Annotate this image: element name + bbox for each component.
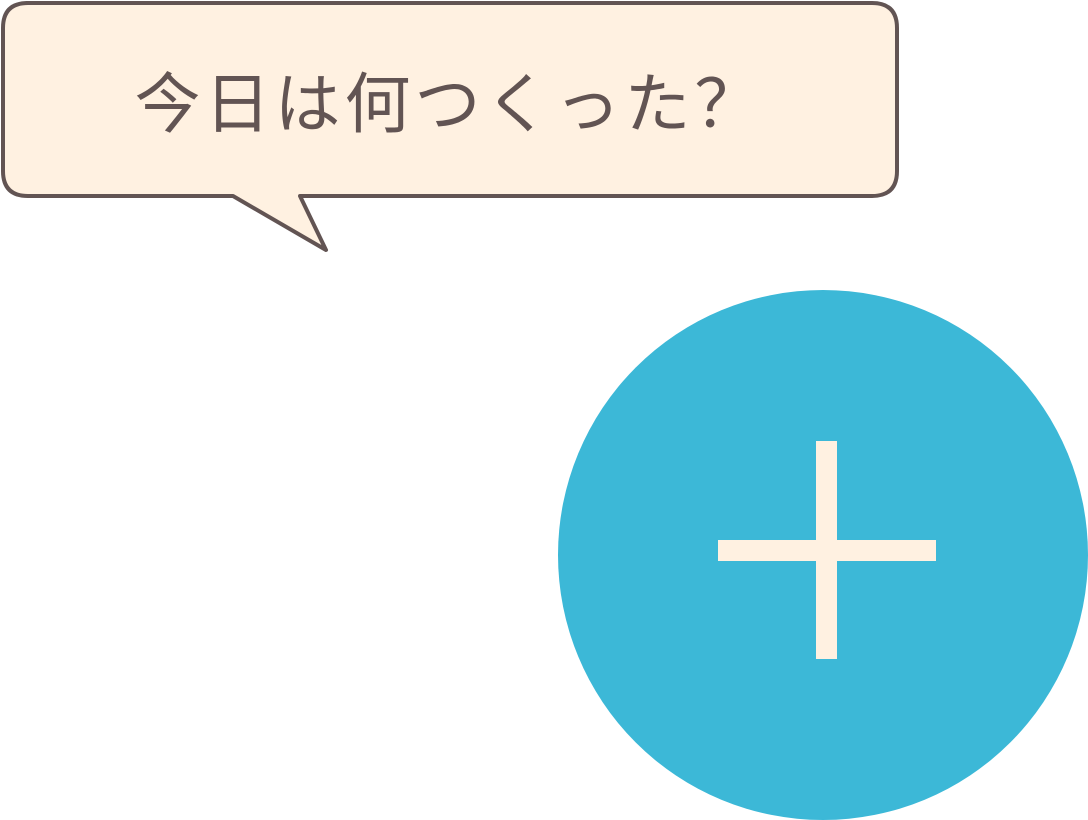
screen: 今日は何つくった？ [0,0,1088,820]
plus-icon [718,441,936,659]
add-button[interactable] [558,290,1088,820]
bubble-text: 今日は何つくった？ [134,65,765,143]
